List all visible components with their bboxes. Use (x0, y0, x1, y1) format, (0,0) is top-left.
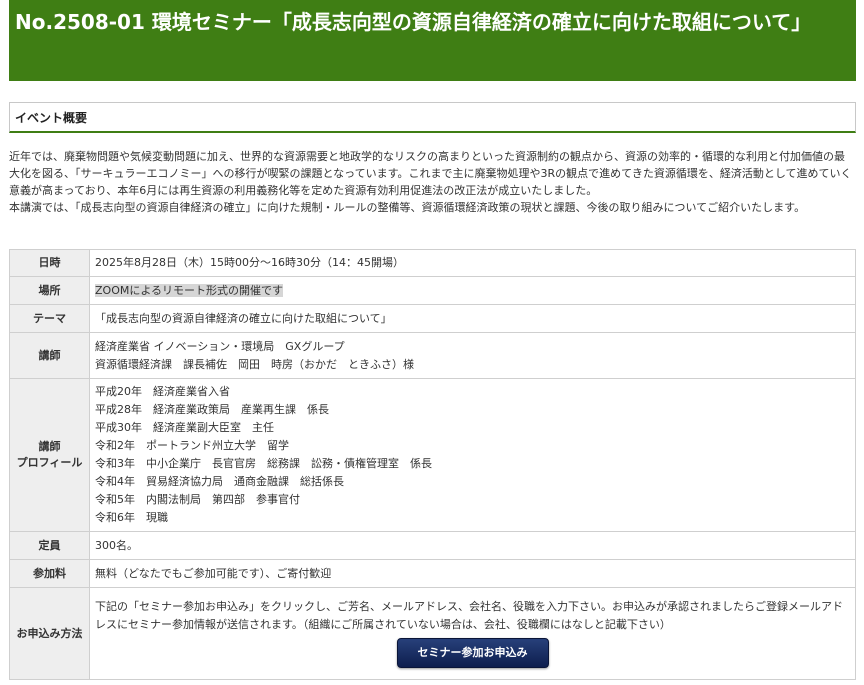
seminar-apply-button[interactable]: セミナー参加お申込み (396, 637, 549, 668)
profile-line: 平成28年 経済産業政策局 産業再生課 係長 (95, 403, 329, 416)
profile-line: 令和6年 現職 (95, 511, 168, 524)
section-heading-overview: イベント概要 (9, 102, 856, 133)
row-place: 場所 ZOOMによるリモート形式の開催です (9, 276, 856, 305)
row-profile: 講師 プロフィール 平成20年 経済産業省入省 平成28年 経済産業政策局 産業… (9, 378, 856, 532)
speaker-label: 講師 (9, 332, 90, 379)
row-date: 日時 2025年8月28日（木）15時00分～16時30分（14：45開場） (9, 249, 856, 277)
date-label: 日時 (9, 249, 90, 277)
fee-label: 参加料 (9, 559, 90, 588)
section-heading-label: イベント概要 (15, 111, 88, 125)
profile-cell: 平成20年 経済産業省入省 平成28年 経済産業政策局 産業再生課 係長 平成3… (89, 378, 856, 532)
event-info-table: 日時 2025年8月28日（木）15時00分～16時30分（14：45開場） 場… (9, 249, 856, 680)
event-description: 近年では、廃棄物問題や気候変動問題に加え、世界的な資源需要と地政学的なリスクの高… (9, 148, 854, 216)
place-cell: ZOOMによるリモート形式の開催です (89, 276, 856, 305)
profile-label: 講師 プロフィール (9, 378, 90, 532)
capacity-label: 定員 (9, 531, 90, 560)
profile-label-line-2: プロフィール (16, 456, 83, 469)
place-value: ZOOMによるリモート形式の開催です (95, 283, 284, 297)
speaker-line: 資源循環経済課 課長補佐 岡田 時房（おかだ ときふさ）様 (95, 357, 414, 371)
fee-value: 無料（どなたでもご参加可能です）、ご寄付歓迎 (89, 559, 856, 588)
description-paragraph-1: 近年では、廃棄物問題や気候変動問題に加え、世界的な資源需要と地政学的なリスクの高… (9, 150, 852, 197)
profile-label-line-1: 講師 (38, 440, 61, 453)
page-title: No.2508-01 環境セミナー「成長志向型の資源自律経済の確立に向けた取組に… (15, 10, 812, 34)
apply-label: お申込み方法 (9, 587, 90, 680)
place-label: 場所 (9, 276, 90, 305)
profile-line: 平成20年 経済産業省入省 (95, 385, 230, 398)
profile-line: 平成30年 経済産業副大臣室 主任 (95, 421, 274, 434)
row-fee: 参加料 無料（どなたでもご参加可能です）、ご寄付歓迎 (9, 559, 856, 588)
date-value: 2025年8月28日（木）15時00分～16時30分（14：45開場） (89, 249, 856, 277)
row-speaker: 講師 経済産業省 イノベーション・環境局 GXグループ 資源循環経済課 課長補佐… (9, 332, 856, 379)
speaker-line: 経済産業省 イノベーション・環境局 GXグループ (95, 339, 345, 353)
profile-line: 令和4年 貿易経済協力局 通商金融課 総括係長 (95, 475, 344, 488)
row-apply: お申込み方法 下記の「セミナー参加お申込み」をクリックし、ご芳名、メールアドレス… (9, 587, 856, 680)
theme-label: テーマ (9, 304, 90, 333)
description-paragraph-2: 本講演では、「成長志向型の資源自律経済の確立」に向けた規制・ルールの整備等、資源… (9, 201, 806, 214)
apply-button-wrap: セミナー参加お申込み (95, 634, 850, 670)
capacity-value: 300名。 (89, 531, 856, 560)
profile-line: 令和5年 内閣法制局 第四部 参事官付 (95, 493, 300, 506)
page-title-bar: No.2508-01 環境セミナー「成長志向型の資源自律経済の確立に向けた取組に… (9, 0, 856, 81)
row-capacity: 定員 300名。 (9, 531, 856, 560)
theme-value: 「成長志向型の資源自律経済の確立に向けた取組について」 (89, 304, 856, 333)
apply-instructions: 下記の「セミナー参加お申込み」をクリックし、ご芳名、メールアドレス、会社名、役職… (95, 599, 843, 631)
speaker-cell: 経済産業省 イノベーション・環境局 GXグループ 資源循環経済課 課長補佐 岡田… (89, 332, 856, 379)
profile-line: 令和2年 ポートランド州立大学 留学 (95, 439, 289, 452)
profile-line: 令和3年 中小企業庁 長官官房 総務課 訟務・債権管理室 係長 (95, 457, 432, 470)
row-theme: テーマ 「成長志向型の資源自律経済の確立に向けた取組について」 (9, 304, 856, 333)
apply-cell: 下記の「セミナー参加お申込み」をクリックし、ご芳名、メールアドレス、会社名、役職… (89, 587, 856, 680)
